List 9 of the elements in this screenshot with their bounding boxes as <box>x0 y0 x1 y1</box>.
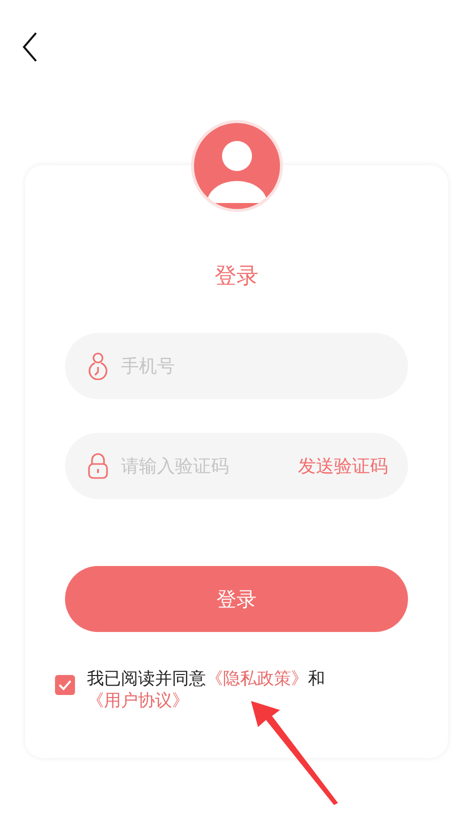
policy-link[interactable]: 《用户协议》 <box>87 691 189 711</box>
agree-checkbox[interactable] <box>55 675 75 695</box>
login-button[interactable]: 登录 <box>65 566 408 632</box>
lock-icon <box>87 452 109 480</box>
policy-link[interactable]: 《隐私政策》 <box>206 669 308 689</box>
check-icon <box>58 679 72 691</box>
login-title: 登录 <box>214 263 258 291</box>
send-code-button[interactable]: 发送验证码 <box>298 454 388 478</box>
agreement-text: 我已阅读并同意《隐私政策》和 《用户协议》 <box>87 668 326 712</box>
